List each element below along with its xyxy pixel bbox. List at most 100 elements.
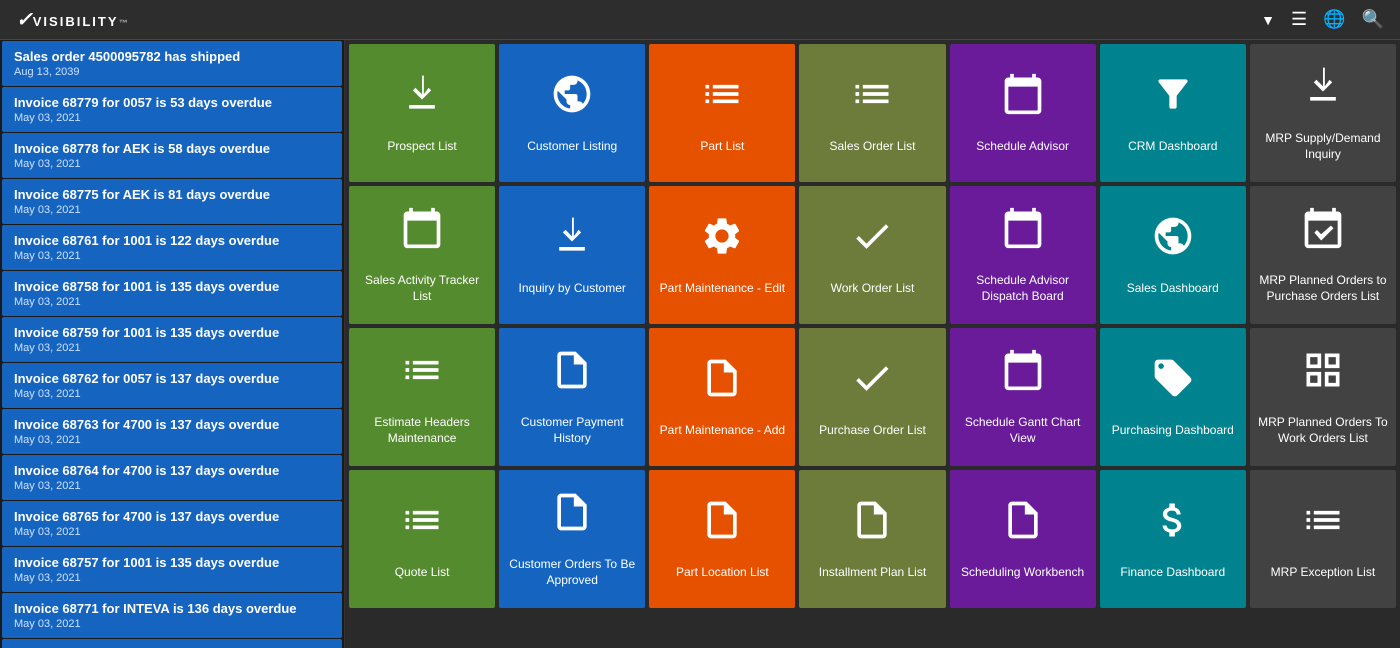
globe-icon bbox=[550, 72, 594, 131]
calendar-icon bbox=[1001, 348, 1045, 407]
document-icon bbox=[700, 356, 744, 415]
sidebar-item[interactable]: Invoice 68759 for 1001 is 135 days overd… bbox=[2, 317, 342, 362]
tile-crm-dashboard[interactable]: CRM Dashboard bbox=[1100, 44, 1246, 182]
tile-quote-list[interactable]: Quote List bbox=[349, 470, 495, 608]
sidebar-item[interactable]: Invoice 68764 for 4700 is 137 days overd… bbox=[2, 455, 342, 500]
sidebar-item[interactable]: Invoice 68757 for 1001 is 135 days overd… bbox=[2, 547, 342, 592]
tile-work-order-list[interactable]: Work Order List bbox=[799, 186, 945, 324]
tile-label: MRP Planned Orders to Purchase Orders Li… bbox=[1258, 273, 1388, 304]
money-icon bbox=[1151, 498, 1195, 557]
tile-label: MRP Supply/Demand Inquiry bbox=[1258, 131, 1388, 162]
list-icon bbox=[850, 72, 894, 131]
tile-label: Part List bbox=[700, 139, 744, 155]
tile-sales-order-list[interactable]: Sales Order List bbox=[799, 44, 945, 182]
sidebar-item-date: May 03, 2021 bbox=[14, 158, 330, 170]
tile-prospect-list[interactable]: Prospect List bbox=[349, 44, 495, 182]
sidebar-item-date: May 03, 2021 bbox=[14, 526, 330, 538]
tile-label: Sales Activity Tracker List bbox=[357, 273, 487, 304]
list-icon bbox=[700, 72, 744, 131]
document-icon bbox=[550, 348, 594, 407]
tile-part-maintenance---edit[interactable]: Part Maintenance - Edit bbox=[649, 186, 795, 324]
sidebar-item[interactable]: Invoice 68779 for 0057 is 53 days overdu… bbox=[2, 87, 342, 132]
tile-label: Schedule Advisor Dispatch Board bbox=[958, 273, 1088, 304]
tile-label: Purchasing Dashboard bbox=[1112, 423, 1234, 439]
tile-label: Sales Dashboard bbox=[1127, 281, 1219, 297]
tile-label: Estimate Headers Maintenance bbox=[357, 415, 487, 446]
checkmark-icon bbox=[850, 356, 894, 415]
tile-schedule-advisor-dispatch-board[interactable]: Schedule Advisor Dispatch Board bbox=[950, 186, 1096, 324]
tile-label: Scheduling Workbench bbox=[961, 565, 1084, 581]
tile-schedule-advisor[interactable]: Schedule Advisor bbox=[950, 44, 1096, 182]
sidebar-item-date: May 03, 2021 bbox=[14, 204, 330, 216]
document-icon bbox=[1001, 498, 1045, 557]
app-header: ✓VISIBILITY™ ▼ ☰ 🌐 🔍 bbox=[0, 0, 1400, 40]
sidebar-item-date: May 03, 2021 bbox=[14, 342, 330, 354]
sidebar-item[interactable]: Invoice 68775 for AEK is 81 days overdue… bbox=[2, 179, 342, 224]
tile-label: Prospect List bbox=[387, 139, 456, 155]
gear-icon bbox=[700, 214, 744, 273]
sidebar-item-title: Invoice 68771 for INTEVA is 136 days ove… bbox=[14, 601, 330, 616]
globe-icon[interactable]: 🌐 bbox=[1323, 9, 1345, 30]
tile-installment-plan-list[interactable]: Installment Plan List bbox=[799, 470, 945, 608]
tile-label: Finance Dashboard bbox=[1120, 565, 1225, 581]
sidebar-item[interactable]: Sales order 4500095782 has shippedAug 13… bbox=[2, 41, 342, 86]
menu-icon[interactable]: ☰ bbox=[1291, 9, 1307, 30]
sidebar-item[interactable]: Invoice 68772 for INTEVA is 136 days ove… bbox=[2, 639, 342, 648]
list-lines-icon bbox=[400, 348, 444, 407]
tile-customer-payment-history[interactable]: Customer Payment History bbox=[499, 328, 645, 466]
sidebar-item-title: Invoice 68778 for AEK is 58 days overdue bbox=[14, 141, 330, 156]
tile-mrp-planned-orders-to-work-orders-list[interactable]: MRP Planned Orders To Work Orders List bbox=[1250, 328, 1396, 466]
sidebar-item[interactable]: Invoice 68765 for 4700 is 137 days overd… bbox=[2, 501, 342, 546]
tile-label: Schedule Advisor bbox=[976, 139, 1069, 155]
tile-inquiry-by-customer[interactable]: Inquiry by Customer bbox=[499, 186, 645, 324]
sidebar-item[interactable]: Invoice 68778 for AEK is 58 days overdue… bbox=[2, 133, 342, 178]
tile-customer-listing[interactable]: Customer Listing bbox=[499, 44, 645, 182]
tile-part-list[interactable]: Part List bbox=[649, 44, 795, 182]
tile-part-maintenance---add[interactable]: Part Maintenance - Add bbox=[649, 328, 795, 466]
logo-v: ✓VISIBILITY™ bbox=[16, 7, 129, 32]
tile-mrp-exception-list[interactable]: MRP Exception List bbox=[1250, 470, 1396, 608]
tile-label: Work Order List bbox=[831, 281, 915, 297]
sidebar-item-date: May 03, 2021 bbox=[14, 618, 330, 630]
sidebar-item[interactable]: Invoice 68762 for 0057 is 137 days overd… bbox=[2, 363, 342, 408]
sidebar-item-title: Sales order 4500095782 has shipped bbox=[14, 49, 330, 64]
calendar-check-icon bbox=[1301, 206, 1345, 265]
tile-part-location-list[interactable]: Part Location List bbox=[649, 470, 795, 608]
sidebar-item-date: May 03, 2021 bbox=[14, 250, 330, 262]
main-layout: Sales order 4500095782 has shippedAug 13… bbox=[0, 40, 1400, 648]
tile-mrp-planned-orders-to-purchase-orders-list[interactable]: MRP Planned Orders to Purchase Orders Li… bbox=[1250, 186, 1396, 324]
tile-estimate-headers-maintenance[interactable]: Estimate Headers Maintenance bbox=[349, 328, 495, 466]
admin-button[interactable]: ▼ bbox=[1257, 12, 1275, 28]
tile-customer-orders-to-be-approved[interactable]: Customer Orders To Be Approved bbox=[499, 470, 645, 608]
sidebar-item-title: Invoice 68761 for 1001 is 122 days overd… bbox=[14, 233, 330, 248]
tile-purchase-order-list[interactable]: Purchase Order List bbox=[799, 328, 945, 466]
tile-finance-dashboard[interactable]: Finance Dashboard bbox=[1100, 470, 1246, 608]
sidebar-item-title: Invoice 68762 for 0057 is 137 days overd… bbox=[14, 371, 330, 386]
tile-schedule-gantt-chart-view[interactable]: Schedule Gantt Chart View bbox=[950, 328, 1096, 466]
tile-mrp-supplydemand-inquiry[interactable]: MRP Supply/Demand Inquiry bbox=[1250, 44, 1396, 182]
checkmark-icon bbox=[850, 214, 894, 273]
sidebar-item-title: Invoice 68763 for 4700 is 137 days overd… bbox=[14, 417, 330, 432]
tile-label: Purchase Order List bbox=[819, 423, 926, 439]
sidebar-item[interactable]: Invoice 68758 for 1001 is 135 days overd… bbox=[2, 271, 342, 316]
search-icon[interactable]: 🔍 bbox=[1362, 9, 1384, 30]
download-box-icon bbox=[400, 72, 444, 131]
tile-label: Sales Order List bbox=[829, 139, 915, 155]
tile-sales-activity-tracker-list[interactable]: Sales Activity Tracker List bbox=[349, 186, 495, 324]
tile-label: Installment Plan List bbox=[819, 565, 926, 581]
sidebar-item-date: May 03, 2021 bbox=[14, 572, 330, 584]
sidebar-item[interactable]: Invoice 68771 for INTEVA is 136 days ove… bbox=[2, 593, 342, 638]
tiles-grid: Prospect List Customer Listing Part List… bbox=[349, 44, 1396, 608]
tile-purchasing-dashboard[interactable]: Purchasing Dashboard bbox=[1100, 328, 1246, 466]
calendar-icon bbox=[1001, 206, 1045, 265]
sidebar-item[interactable]: Invoice 68761 for 1001 is 122 days overd… bbox=[2, 225, 342, 270]
tile-sales-dashboard[interactable]: Sales Dashboard bbox=[1100, 186, 1246, 324]
calendar-icon bbox=[1001, 72, 1045, 131]
sidebar-item-title: Invoice 68764 for 4700 is 137 days overd… bbox=[14, 463, 330, 478]
list-lines-icon bbox=[400, 498, 444, 557]
sidebar-item[interactable]: Invoice 68763 for 4700 is 137 days overd… bbox=[2, 409, 342, 454]
sidebar-item-title: Invoice 68758 for 1001 is 135 days overd… bbox=[14, 279, 330, 294]
tile-label: CRM Dashboard bbox=[1128, 139, 1217, 155]
tile-scheduling-workbench[interactable]: Scheduling Workbench bbox=[950, 470, 1096, 608]
sidebar: Sales order 4500095782 has shippedAug 13… bbox=[0, 40, 345, 648]
